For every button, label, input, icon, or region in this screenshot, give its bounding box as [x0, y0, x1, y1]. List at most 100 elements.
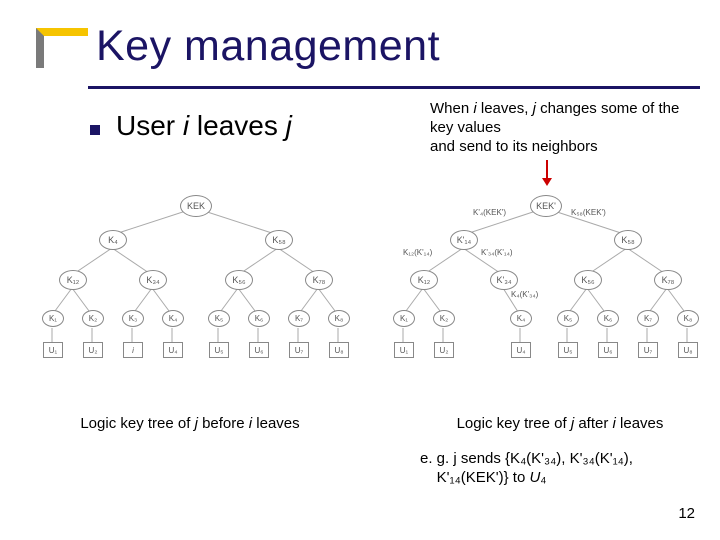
- r-n3-6-label: K₇: [637, 310, 659, 327]
- r-n3-0-label: K₁: [393, 310, 415, 327]
- l-n2-2: K₅₆: [225, 270, 253, 290]
- ex-l1: e. g. j sends {K₄(K'₃₄), K'₃₄(K'₁₄),: [420, 450, 633, 467]
- cap-l-mid: before: [198, 415, 249, 432]
- l-n3-6-label: K₇: [288, 310, 310, 327]
- r-n1-1: K₅₈: [614, 230, 642, 250]
- r-elabel-l2: K₄(K'₃₄): [511, 290, 538, 299]
- title-accent-icon: [36, 28, 88, 68]
- r-n3-5: K₆: [597, 310, 619, 327]
- l-n1-0-label: K₄: [99, 230, 127, 250]
- l-n2-0-label: K₁₂: [59, 270, 87, 290]
- r-n2-3: K₇₈: [654, 270, 682, 290]
- l-root-label: KEK: [180, 195, 212, 217]
- l-n3-2: K₃: [122, 310, 144, 327]
- r-root: KEK': [530, 195, 562, 217]
- l-n2-3-label: K₇₈: [305, 270, 333, 290]
- note-text: When i leaves, j changes some of the key…: [430, 100, 690, 156]
- r-leaf-1: U₂: [434, 342, 454, 358]
- r-n2-2: K₅₆: [574, 270, 602, 290]
- cap-r-pre: Logic key tree of: [457, 415, 571, 432]
- l-n3-7: K₈: [328, 310, 350, 327]
- r-n3-7-label: K₈: [677, 310, 699, 327]
- right-tree: KEK' K'₄(KEK') K₅₈(KEK') K'₁₄ K₅₈ K₁₂(K'…: [385, 190, 705, 365]
- r-n3-7: K₈: [677, 310, 699, 327]
- caption-left: Logic key tree of j before i leaves: [40, 415, 340, 432]
- r-n3-1: K₂: [433, 310, 455, 327]
- l-n3-4-label: K₅: [208, 310, 230, 327]
- ex-l2c: ₄: [540, 469, 546, 486]
- l-n2-0: K₁₂: [59, 270, 87, 290]
- l-n3-5: K₆: [248, 310, 270, 327]
- l-leaf-7: U₈: [329, 342, 349, 358]
- r-n3-1-label: K₂: [433, 310, 455, 327]
- ex-l2a: K'₁₄(KEK')} to: [437, 469, 530, 486]
- l-root: KEK: [180, 195, 212, 217]
- l-n3-3-label: K₄: [162, 310, 184, 327]
- r-leaf-0: U₁: [394, 342, 414, 358]
- cap-l-pre: Logic key tree of: [80, 415, 194, 432]
- title-block: Key management: [36, 28, 700, 98]
- r-n3-6: K₇: [637, 310, 659, 327]
- l-n3-1-label: K₂: [82, 310, 104, 327]
- l-n2-2-label: K₅₆: [225, 270, 253, 290]
- slide: Key management User i leaves j When i le…: [0, 0, 720, 540]
- bullet-pre: User: [116, 110, 183, 141]
- r-elabel-l1-l: K₁₂(K'₁₄): [403, 248, 432, 257]
- bullet-mid: leaves: [189, 110, 286, 141]
- r-n2-1: K'₃₄: [490, 270, 518, 290]
- r-elabel-root-r: K₅₈(KEK'): [571, 208, 606, 217]
- r-n2-0: K₁₂: [410, 270, 438, 290]
- r-leaf-5: U₆: [598, 342, 618, 358]
- bullet-row: User i leaves j: [90, 110, 292, 142]
- title-underline: [88, 86, 700, 89]
- l-n3-5-label: K₆: [248, 310, 270, 327]
- r-leaf-4: U₅: [558, 342, 578, 358]
- r-n3-3: K₄: [510, 310, 532, 327]
- r-n3-0: K₁: [393, 310, 415, 327]
- r-leaf-3: U₄: [511, 342, 531, 358]
- r-n1-0: K'₁₄: [450, 230, 478, 250]
- r-n3-5-label: K₆: [597, 310, 619, 327]
- r-n2-0-label: K₁₂: [410, 270, 438, 290]
- l-n3-6: K₇: [288, 310, 310, 327]
- r-n3-4: K₅: [557, 310, 579, 327]
- r-leaf-7: U₈: [678, 342, 698, 358]
- l-n3-7-label: K₈: [328, 310, 350, 327]
- r-elabel-root-l: K'₄(KEK'): [473, 208, 506, 217]
- r-n1-1-label: K₅₈: [614, 230, 642, 250]
- r-n2-1-label: K'₃₄: [490, 270, 518, 290]
- l-leaf-1: U₂: [83, 342, 103, 358]
- r-n3-4-label: K₅: [557, 310, 579, 327]
- cap-r-mid: after: [574, 415, 612, 432]
- l-leaf-4: U₅: [209, 342, 229, 358]
- bullet-text: User i leaves j: [116, 110, 292, 142]
- r-root-label: KEK': [530, 195, 562, 217]
- r-n2-2-label: K₅₆: [574, 270, 602, 290]
- l-leaf-2: i: [123, 342, 143, 358]
- r-n1-0-label: K'₁₄: [450, 230, 478, 250]
- r-leaf-6: U₇: [638, 342, 658, 358]
- l-n1-1: K₅₈: [265, 230, 293, 250]
- example-text: e. g. j sends {K₄(K'₃₄), K'₃₄(K'₁₄), K'₁…: [420, 450, 680, 488]
- left-tree: KEK K₄ K₅₈ K₁₂ K₃₄ K₅₆ K₇₈ K₁ K₂ K₃ K₄ K…: [30, 190, 360, 365]
- l-leaf-3: U₄: [163, 342, 183, 358]
- caption-right: Logic key tree of j after i leaves: [420, 415, 700, 432]
- l-n2-3: K₇₈: [305, 270, 333, 290]
- l-n3-4: K₅: [208, 310, 230, 327]
- cap-r-end: leaves: [616, 415, 664, 432]
- slide-title: Key management: [96, 22, 440, 71]
- l-n3-0: K₁: [42, 310, 64, 327]
- cap-l-end: leaves: [252, 415, 300, 432]
- l-leaf-6: U₇: [289, 342, 309, 358]
- note-mid1: leaves,: [477, 100, 533, 117]
- l-n2-1: K₃₄: [139, 270, 167, 290]
- l-leaf-0: U₁: [43, 342, 63, 358]
- l-n3-0-label: K₁: [42, 310, 64, 327]
- l-leaf-5: U₆: [249, 342, 269, 358]
- l-n2-1-label: K₃₄: [139, 270, 167, 290]
- l-n3-1: K₂: [82, 310, 104, 327]
- l-n3-2-label: K₃: [122, 310, 144, 327]
- l-n1-1-label: K₅₈: [265, 230, 293, 250]
- r-elabel-l1-r: K'₃₄(K'₁₄): [481, 248, 513, 257]
- note-pre: When: [430, 100, 473, 117]
